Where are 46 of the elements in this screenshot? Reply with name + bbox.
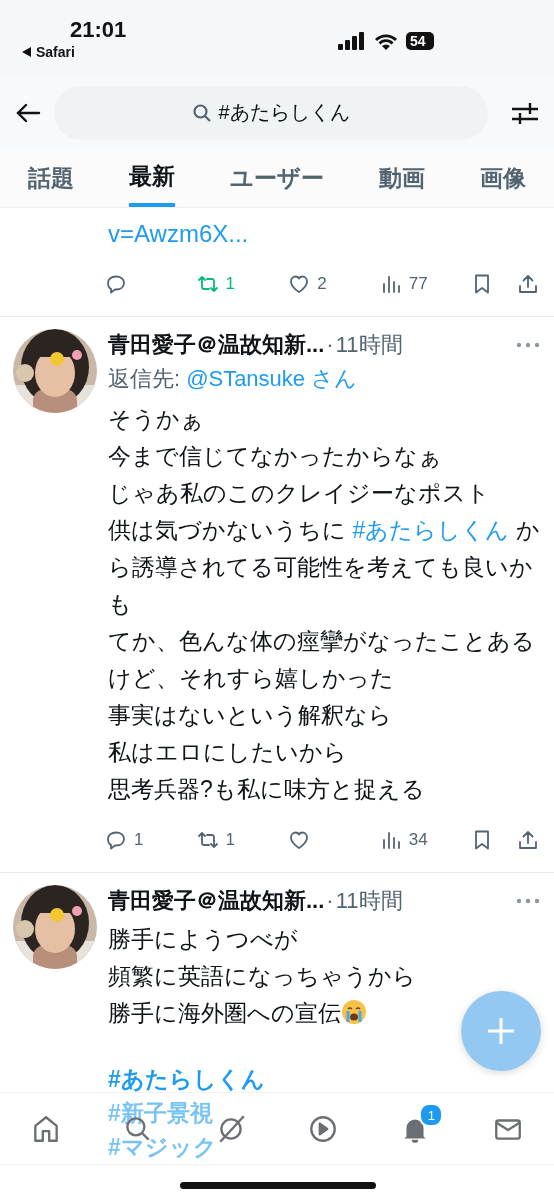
tweet-text: 供は気づかないうちに #あたらしくん から誘導されてる可能性を考えても良いかも (108, 516, 540, 619)
mention-link[interactable]: @STansuke さん (186, 361, 358, 397)
separator-dot: · (326, 331, 334, 359)
timestamp: 11時間 (335, 887, 403, 915)
count: 2 (317, 274, 327, 294)
tweet-text: 思考兵器?も私に味方と捉える (108, 775, 425, 804)
more-icon[interactable] (516, 898, 540, 904)
search-field[interactable]: #あたらしくん (54, 85, 488, 140)
tweet-text: 事実はないという解釈なら (108, 701, 392, 730)
author-name[interactable]: 青田愛子＠温故知新... (108, 885, 325, 917)
timestamp: 11時間 (335, 331, 403, 359)
tab[interactable]: 話題 (28, 150, 74, 207)
search-icon (192, 102, 213, 123)
crying-face-icon (341, 999, 367, 1025)
hashtag-link[interactable]: #あたらしくん (108, 1062, 265, 1096)
count: 34 (408, 830, 428, 850)
author-name[interactable]: 青田愛子＠温故知新... (108, 329, 325, 361)
tweet-text: 頻繁に英語になっちゃうから (108, 962, 416, 991)
count: 1 (134, 830, 144, 850)
tab[interactable]: 動画 (379, 150, 425, 207)
plus-icon (486, 1016, 516, 1046)
tweet-text: じゃあ私のこのクレイジーなポスト (108, 479, 490, 508)
count: 1 (225, 274, 236, 294)
more-icon[interactable] (516, 342, 540, 348)
hashtag-link[interactable]: #あたらしくん (352, 517, 510, 543)
tweet-text: 勝手にようつべが (108, 925, 298, 954)
back-link[interactable]: Safari (36, 44, 75, 60)
notification-badge: 1 (419, 1103, 444, 1127)
tweet-text: てか、色んな体の痙攣がなったことあるけど、それすら嬉しかった (108, 627, 536, 693)
tweet-text: 今まで信じてなかったからなぁ (108, 442, 442, 471)
tweet-text: そうかぁ (108, 405, 204, 434)
count: 1 (225, 830, 236, 850)
separator-dot: · (326, 887, 334, 915)
tab[interactable]: 最新 (129, 150, 175, 207)
tweet-text: 勝手に海外圏への宣伝 (108, 995, 367, 1032)
battery-indicator: 54 (406, 32, 434, 50)
signal-icon (338, 32, 366, 50)
back-caret-icon[interactable] (22, 47, 32, 57)
count: 77 (408, 274, 428, 294)
tab[interactable]: ユーザー (230, 150, 324, 207)
link[interactable]: v=Awzm6X... (108, 216, 540, 252)
reply-label: 返信先: (108, 365, 181, 393)
clock: 21:01 (70, 18, 127, 42)
tab[interactable]: 画像 (480, 150, 526, 207)
wifi-icon (374, 32, 398, 50)
tweet-text: 私はエロにしたいから (108, 738, 347, 767)
